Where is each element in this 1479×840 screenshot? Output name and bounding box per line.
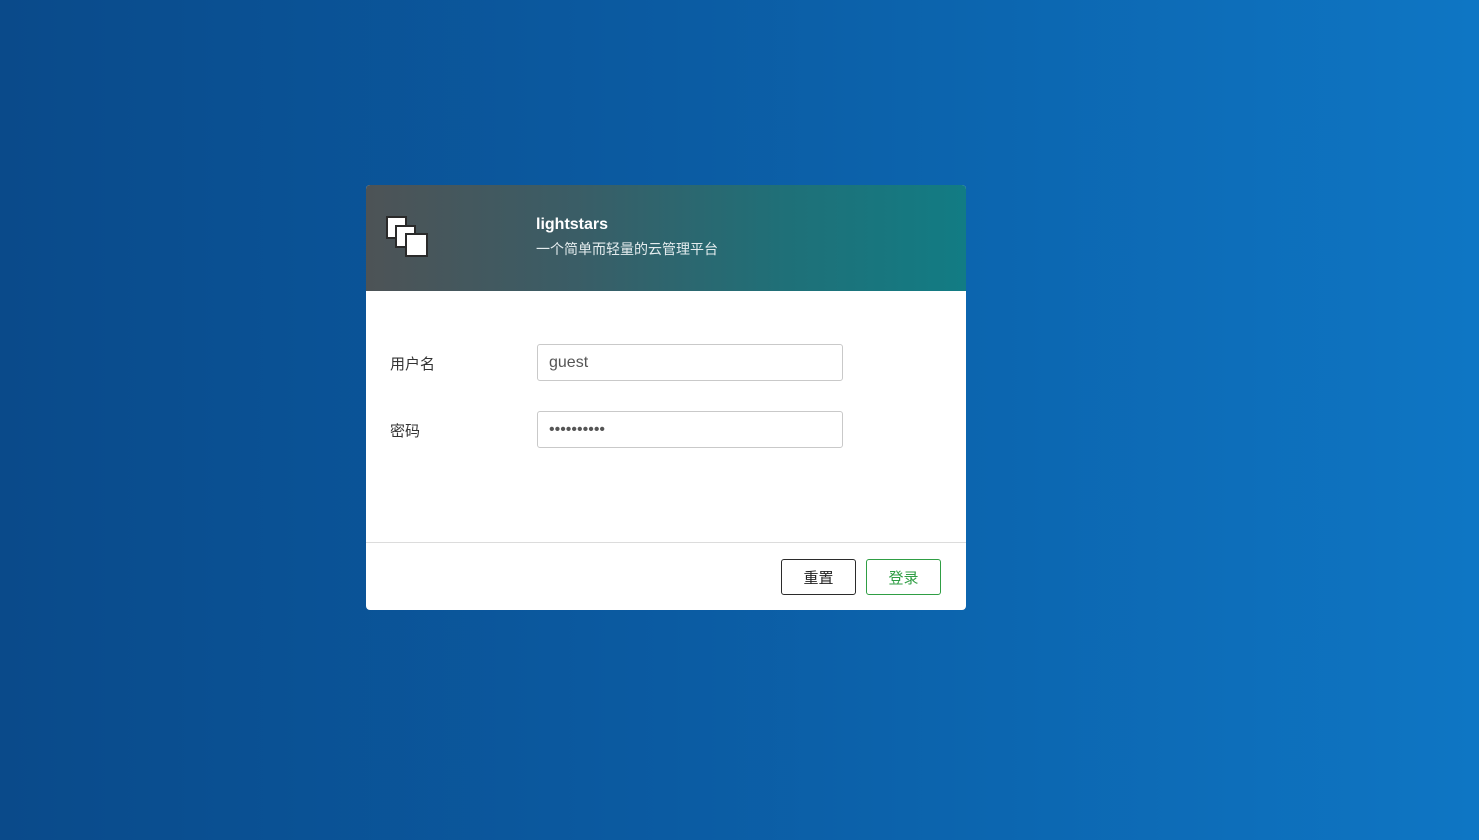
login-button[interactable]: 登录 bbox=[866, 559, 941, 595]
username-row: 用户名 bbox=[366, 344, 966, 381]
brand-name: lightstars bbox=[536, 216, 609, 233]
username-input[interactable] bbox=[537, 344, 843, 381]
username-label: 用户名 bbox=[390, 356, 436, 373]
password-row: 密码 bbox=[366, 411, 966, 448]
stacked-windows-icon bbox=[385, 215, 431, 259]
password-label: 密码 bbox=[390, 423, 421, 440]
login-form: 用户名 密码 bbox=[366, 291, 966, 543]
login-dialog: lightstars 一个简单而轻量的云管理平台 用户名 密码 重置 登录 bbox=[366, 185, 966, 610]
reset-button[interactable]: 重置 bbox=[781, 559, 856, 595]
dialog-footer: 重置 登录 bbox=[366, 543, 966, 610]
password-input[interactable] bbox=[537, 411, 843, 448]
dialog-header: lightstars 一个简单而轻量的云管理平台 bbox=[366, 185, 966, 291]
brand-subtitle: 一个简单而轻量的云管理平台 bbox=[536, 241, 718, 257]
brand-block: lightstars 一个简单而轻量的云管理平台 bbox=[536, 215, 718, 258]
